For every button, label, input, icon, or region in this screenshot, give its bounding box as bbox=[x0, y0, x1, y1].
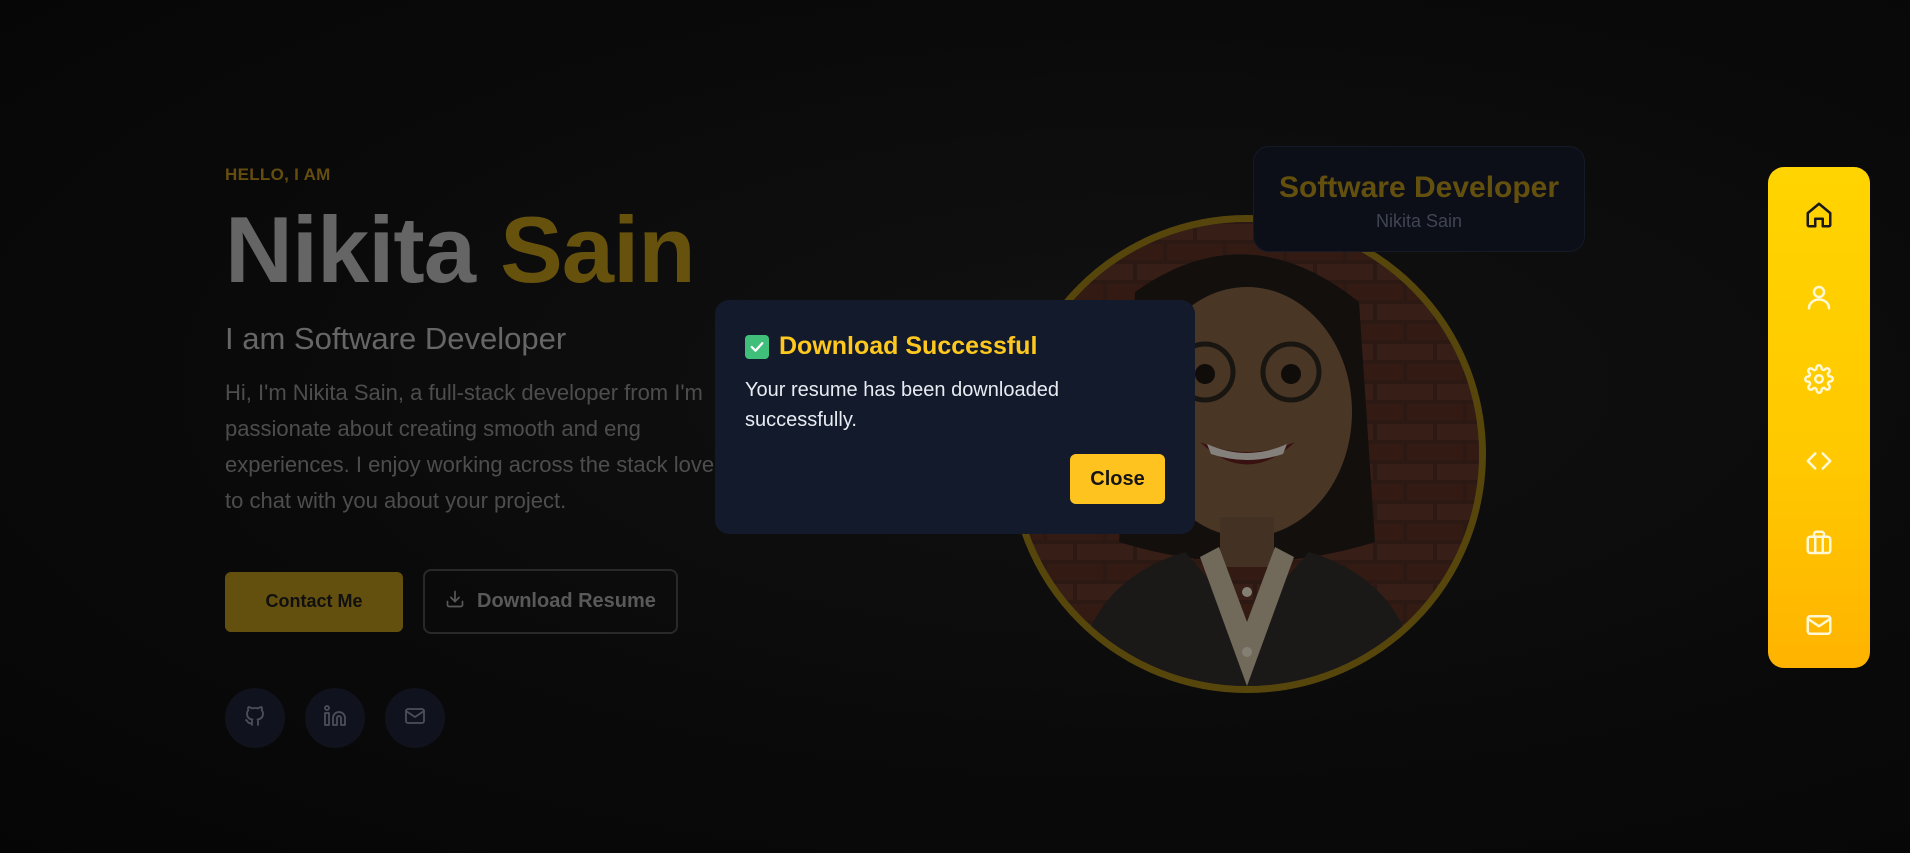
check-icon bbox=[745, 334, 769, 359]
close-button[interactable]: Close bbox=[1070, 454, 1165, 504]
hero-first-name: Nikita bbox=[225, 197, 476, 302]
hero-name: Nikita Sain bbox=[225, 203, 785, 297]
nav-skills[interactable] bbox=[1804, 363, 1834, 399]
nav-projects[interactable] bbox=[1804, 448, 1834, 478]
mail-icon bbox=[1804, 610, 1834, 645]
nav-home[interactable] bbox=[1804, 202, 1834, 232]
side-navigation bbox=[1768, 167, 1870, 668]
email-link[interactable] bbox=[385, 688, 445, 748]
linkedin-link[interactable] bbox=[305, 688, 365, 748]
github-icon bbox=[243, 704, 267, 733]
gear-icon bbox=[1804, 363, 1834, 399]
download-icon bbox=[445, 589, 465, 615]
role-badge-card: Software Developer Nikita Sain bbox=[1253, 146, 1585, 252]
modal-title: Download Successful bbox=[779, 332, 1038, 360]
portfolio-page: HELLO, I AM Nikita Sain I am Software De… bbox=[0, 0, 1910, 853]
linkedin-icon bbox=[323, 704, 347, 733]
mail-icon bbox=[403, 704, 427, 733]
badge-subtitle: Nikita Sain bbox=[1375, 211, 1463, 231]
download-resume-button[interactable]: Download Resume bbox=[423, 569, 678, 634]
hero-last-name: Sain bbox=[500, 197, 696, 302]
nav-contact[interactable] bbox=[1804, 612, 1834, 642]
badge-title: Software Developer bbox=[1278, 171, 1560, 204]
download-success-modal: Download Successful Your resume has been… bbox=[715, 300, 1195, 534]
home-icon bbox=[1804, 200, 1834, 235]
user-icon bbox=[1804, 282, 1834, 317]
briefcase-icon bbox=[1804, 528, 1834, 563]
nav-experience[interactable] bbox=[1804, 530, 1834, 560]
nav-about[interactable] bbox=[1804, 284, 1834, 314]
code-icon bbox=[1804, 446, 1834, 481]
hero-role: I am Software Developer bbox=[225, 321, 567, 356]
contact-me-button[interactable]: Contact Me bbox=[225, 571, 403, 632]
hero-section: HELLO, I AM Nikita Sain I am Software De… bbox=[225, 165, 785, 634]
download-resume-label: Download Resume bbox=[477, 590, 656, 612]
modal-message: Your resume has been downloaded successf… bbox=[745, 379, 1059, 431]
hero-buttons: Contact Me Download Resume bbox=[225, 569, 785, 634]
hero-eyebrow: HELLO, I AM bbox=[225, 165, 331, 184]
github-link[interactable] bbox=[225, 688, 285, 748]
social-links bbox=[225, 688, 445, 748]
modal-header: Download Successful bbox=[745, 332, 1165, 361]
hero-bio: Hi, I'm Nikita Sain, a full-stack develo… bbox=[225, 380, 715, 513]
